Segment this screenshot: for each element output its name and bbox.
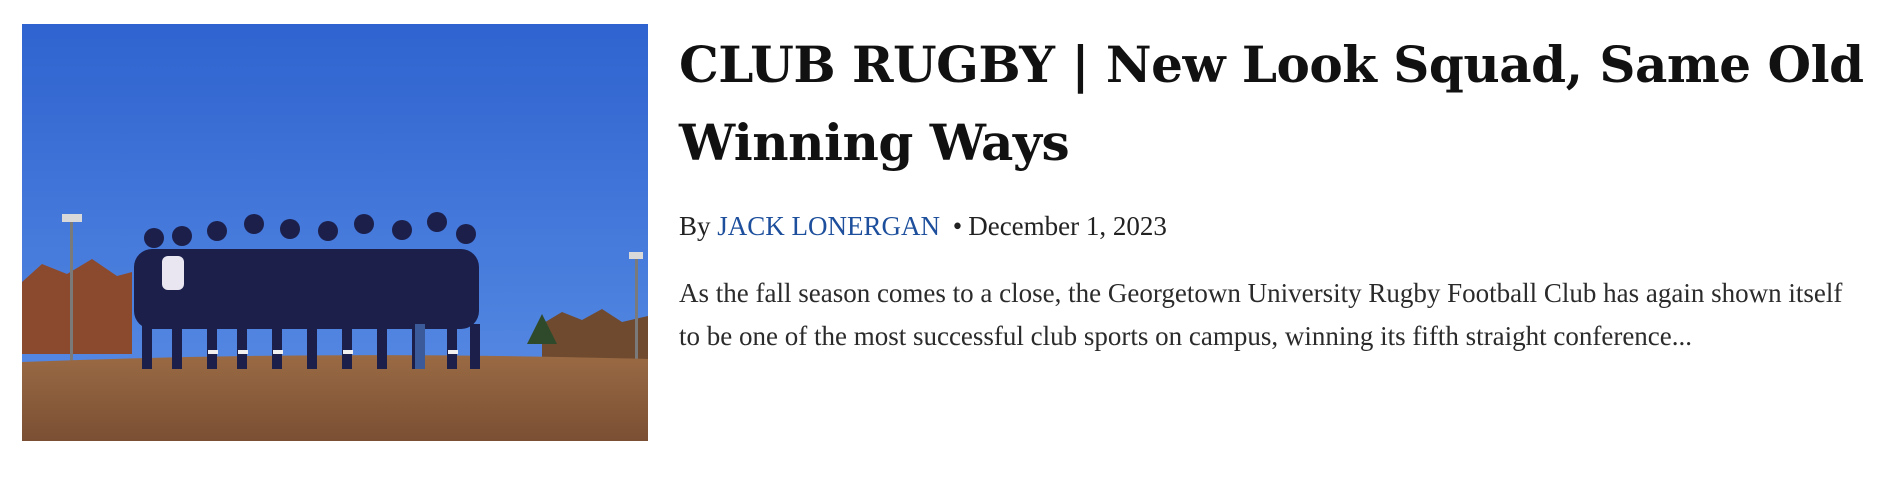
byline-prefix: By xyxy=(679,211,711,241)
article-card: CLUB RUGBY | New Look Squad, Same Old Wi… xyxy=(0,0,1904,490)
article-thumbnail-image xyxy=(22,24,648,441)
byline-separator: • xyxy=(952,211,963,241)
article-excerpt: As the fall season comes to a close, the… xyxy=(679,278,1843,351)
article-thumbnail-link[interactable] xyxy=(22,24,648,441)
author-link[interactable]: JACK LONERGAN xyxy=(717,211,940,241)
article-headline: CLUB RUGBY | New Look Squad, Same Old Wi… xyxy=(679,26,1869,182)
article-byline: By JACK LONERGAN • December 1, 2023 xyxy=(679,208,1869,244)
publish-date: December 1, 2023 xyxy=(968,211,1167,241)
article-text-column: CLUB RUGBY | New Look Squad, Same Old Wi… xyxy=(679,26,1869,358)
article-headline-link[interactable]: CLUB RUGBY | New Look Squad, Same Old Wi… xyxy=(679,35,1864,172)
